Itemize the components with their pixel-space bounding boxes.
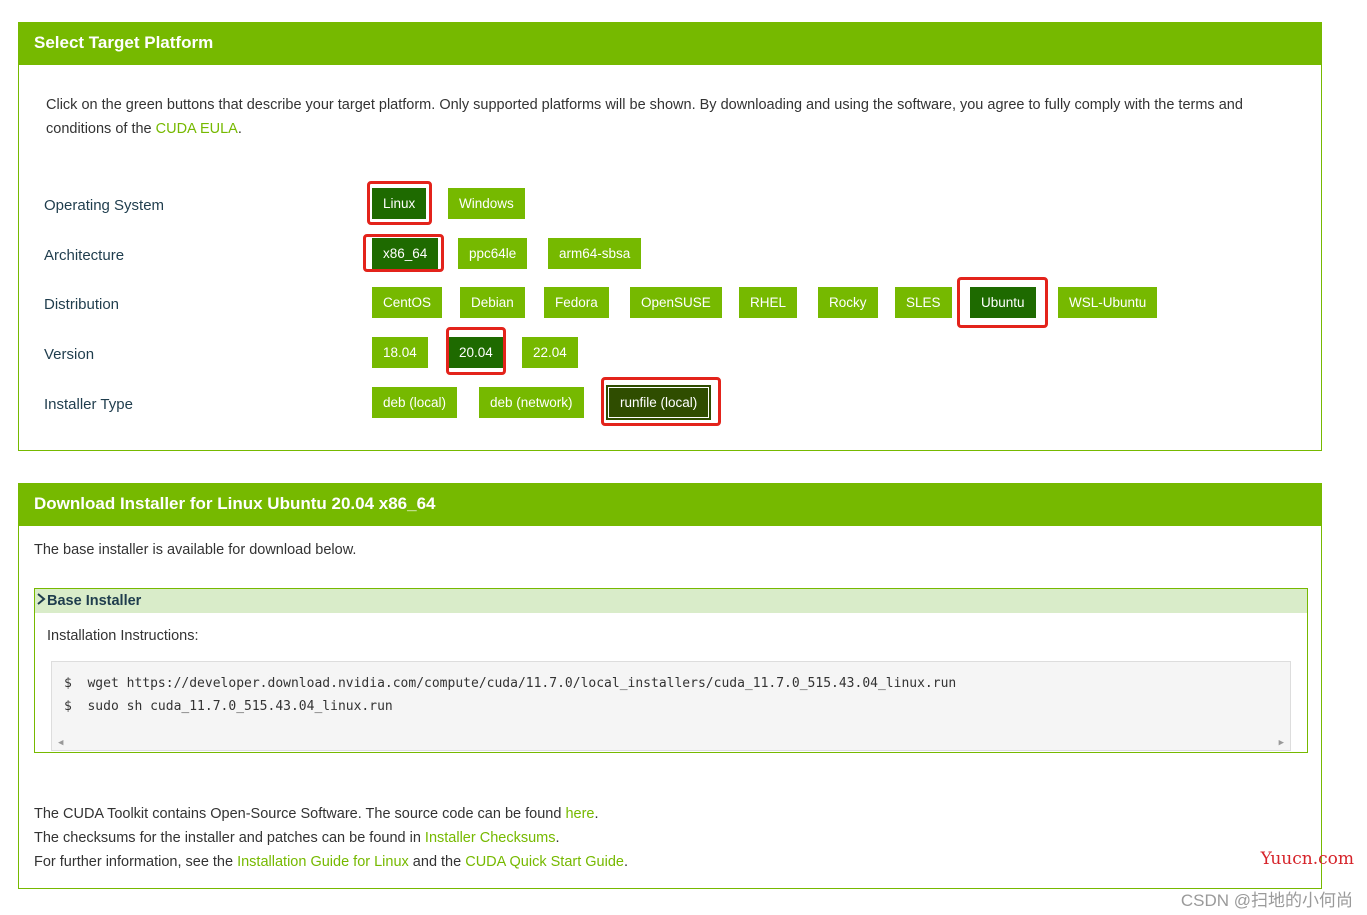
os-label: Operating System: [44, 197, 165, 214]
distro-fedora-button[interactable]: Fedora: [544, 287, 609, 318]
scroll-left-arrow-icon[interactable]: ◀: [58, 738, 63, 748]
installation-instructions-label: Installation Instructions:: [47, 628, 199, 644]
distro-debian-button[interactable]: Debian: [460, 287, 525, 318]
source-code-here-link[interactable]: here: [565, 806, 594, 822]
intro-end: .: [237, 121, 242, 137]
intro-text: Click on the green buttons that describe…: [46, 93, 1301, 141]
base-installer-section: Base Installer Installation Instructions…: [34, 588, 1308, 753]
version-18.04-button[interactable]: 18.04: [372, 337, 428, 368]
select-target-platform-panel: Select Target Platform Click on the gree…: [18, 22, 1322, 451]
chevron-right-icon: [37, 589, 47, 613]
distro-rhel-button[interactable]: RHEL: [739, 287, 798, 318]
distro-rocky-button[interactable]: Rocky: [818, 287, 878, 318]
os-windows-button[interactable]: Windows: [448, 188, 525, 219]
version-label: Version: [44, 346, 95, 363]
installer-checksums-link[interactable]: Installer Checksums: [425, 830, 556, 846]
distro-wsl-ubuntu-button[interactable]: WSL-Ubuntu: [1058, 287, 1158, 318]
installation-guide-linux-link[interactable]: Installation Guide for Linux: [237, 854, 409, 870]
footer-text: The CUDA Toolkit contains Open-Source So…: [34, 806, 566, 822]
download-installer-panel: Download Installer for Linux Ubuntu 20.0…: [18, 483, 1322, 889]
site-watermark: Yuucn.com: [1260, 849, 1354, 869]
architecture-label: Architecture: [44, 247, 125, 264]
installer-deb-network-button[interactable]: deb (network): [479, 387, 584, 418]
distro-opensuse-button[interactable]: OpenSUSE: [630, 287, 722, 318]
author-watermark: CSDN @扫地的小何尚: [1180, 891, 1353, 910]
scroll-right-arrow-icon[interactable]: ▶: [1279, 738, 1284, 748]
footer-text: .: [623, 854, 628, 870]
highlight-ubuntu: [957, 277, 1048, 328]
arch-ppc64le-button[interactable]: ppc64le: [458, 238, 528, 269]
base-installer-heading: Base Installer: [47, 593, 142, 609]
footer-line-source: The CUDA Toolkit contains Open-Source So…: [34, 802, 628, 826]
footer-line-guides: For further information, see the Install…: [34, 850, 628, 874]
prompt-symbol: $: [64, 699, 72, 714]
distribution-label: Distribution: [44, 296, 120, 313]
version-22.04-button[interactable]: 22.04: [522, 337, 578, 368]
select-platform-header: Select Target Platform: [19, 23, 1321, 65]
footer-line-checksums: The checksums for the installer and patc…: [34, 826, 628, 850]
arch-arm64-sbsa-button[interactable]: arm64-sbsa: [548, 238, 642, 269]
distro-centos-button[interactable]: CentOS: [372, 287, 443, 318]
command-line-2: $ sudo sh cuda_11.7.0_515.43.04_linux.ru…: [64, 699, 393, 714]
wget-command: wget https://developer.download.nvidia.c…: [87, 676, 957, 691]
cuda-eula-link[interactable]: CUDA EULA: [156, 121, 238, 137]
footer-text: and the: [408, 854, 466, 870]
installer-deb-local-button[interactable]: deb (local): [372, 387, 458, 418]
highlight-runfile-local: [601, 377, 721, 426]
footer-info: The CUDA Toolkit contains Open-Source So…: [34, 802, 628, 874]
base-installer-toggle[interactable]: Base Installer: [35, 589, 1307, 613]
highlight-20.04: [446, 327, 506, 375]
installer-type-label: Installer Type: [44, 396, 133, 413]
download-installer-header: Download Installer for Linux Ubuntu 20.0…: [19, 484, 1321, 526]
footer-text: .: [594, 806, 599, 822]
footer-text: The checksums for the installer and patc…: [34, 830, 425, 846]
footer-text: For further information, see the: [34, 854, 238, 870]
run-installer-command: sudo sh cuda_11.7.0_515.43.04_linux.run: [87, 699, 393, 714]
command-line-1: $ wget https://developer.download.nvidia…: [64, 676, 956, 691]
distro-sles-button[interactable]: SLES: [895, 287, 952, 318]
cuda-quick-start-guide-link[interactable]: CUDA Quick Start Guide: [465, 854, 624, 870]
download-subtitle: The base installer is available for down…: [34, 542, 357, 558]
footer-text: .: [555, 830, 560, 846]
command-code-block[interactable]: $ wget https://developer.download.nvidia…: [51, 661, 1291, 751]
highlight-linux: [367, 181, 432, 225]
prompt-symbol: $: [64, 676, 72, 691]
highlight-x86_64: [363, 234, 444, 272]
